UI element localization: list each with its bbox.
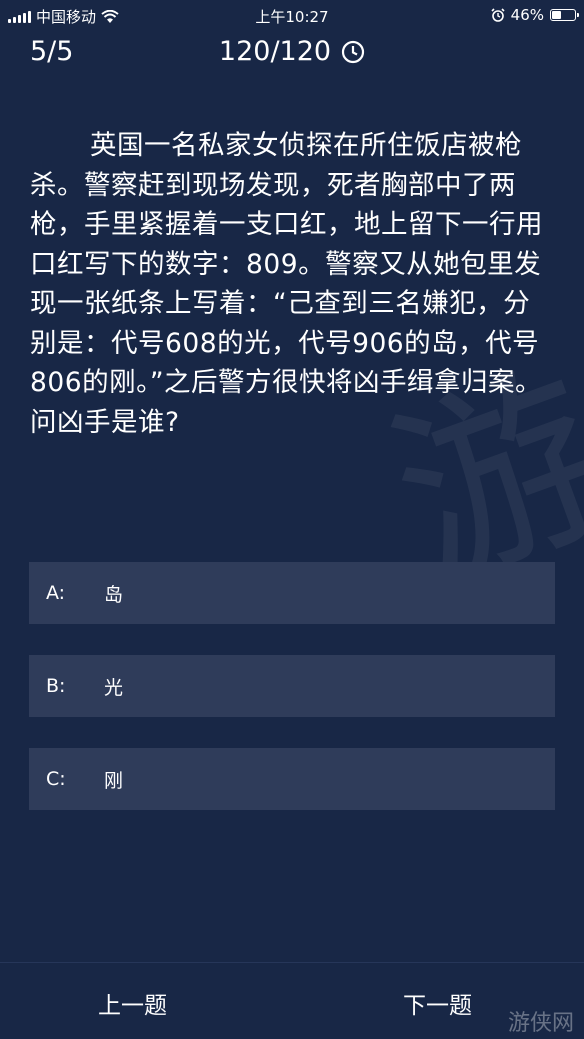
alarm-icon (491, 8, 505, 22)
site-watermark: 游侠网 (507, 1011, 574, 1036)
footer-nav: 上一题 下一题 游侠网 (0, 962, 584, 1039)
quiz-header: 5/5 120/120 (0, 34, 584, 74)
option-key: C: (46, 768, 66, 790)
battery-icon (550, 9, 579, 21)
option-label: 岛 (104, 583, 124, 606)
option-a[interactable]: A: 岛 (29, 562, 555, 624)
score-display: 120/120 (0, 36, 584, 67)
clock-icon (341, 40, 365, 63)
option-b[interactable]: B: 光 (29, 655, 555, 717)
prev-question-button[interactable]: 上一题 (98, 986, 167, 1020)
option-key: A: (46, 582, 66, 604)
score-text: 120/120 (218, 36, 332, 67)
status-bar: 中国移动 上午10:27 46% (0, 0, 584, 30)
answer-options: A: 岛 B: 光 C: 刚 (29, 562, 555, 841)
option-c[interactable]: C: 刚 (29, 748, 555, 810)
battery-level (552, 11, 562, 19)
battery-percent: 46% (510, 6, 544, 24)
question-text: 英国一名私家女侦探在所住饭店被枪杀。警察赶到现场发现，死者胸部中了两枪，手里紧握… (30, 130, 543, 438)
option-label: 光 (104, 676, 124, 699)
option-label: 刚 (104, 769, 124, 792)
status-right: 46% (491, 6, 579, 24)
option-key: B: (46, 675, 66, 697)
next-question-button[interactable]: 下一题 (403, 986, 472, 1020)
